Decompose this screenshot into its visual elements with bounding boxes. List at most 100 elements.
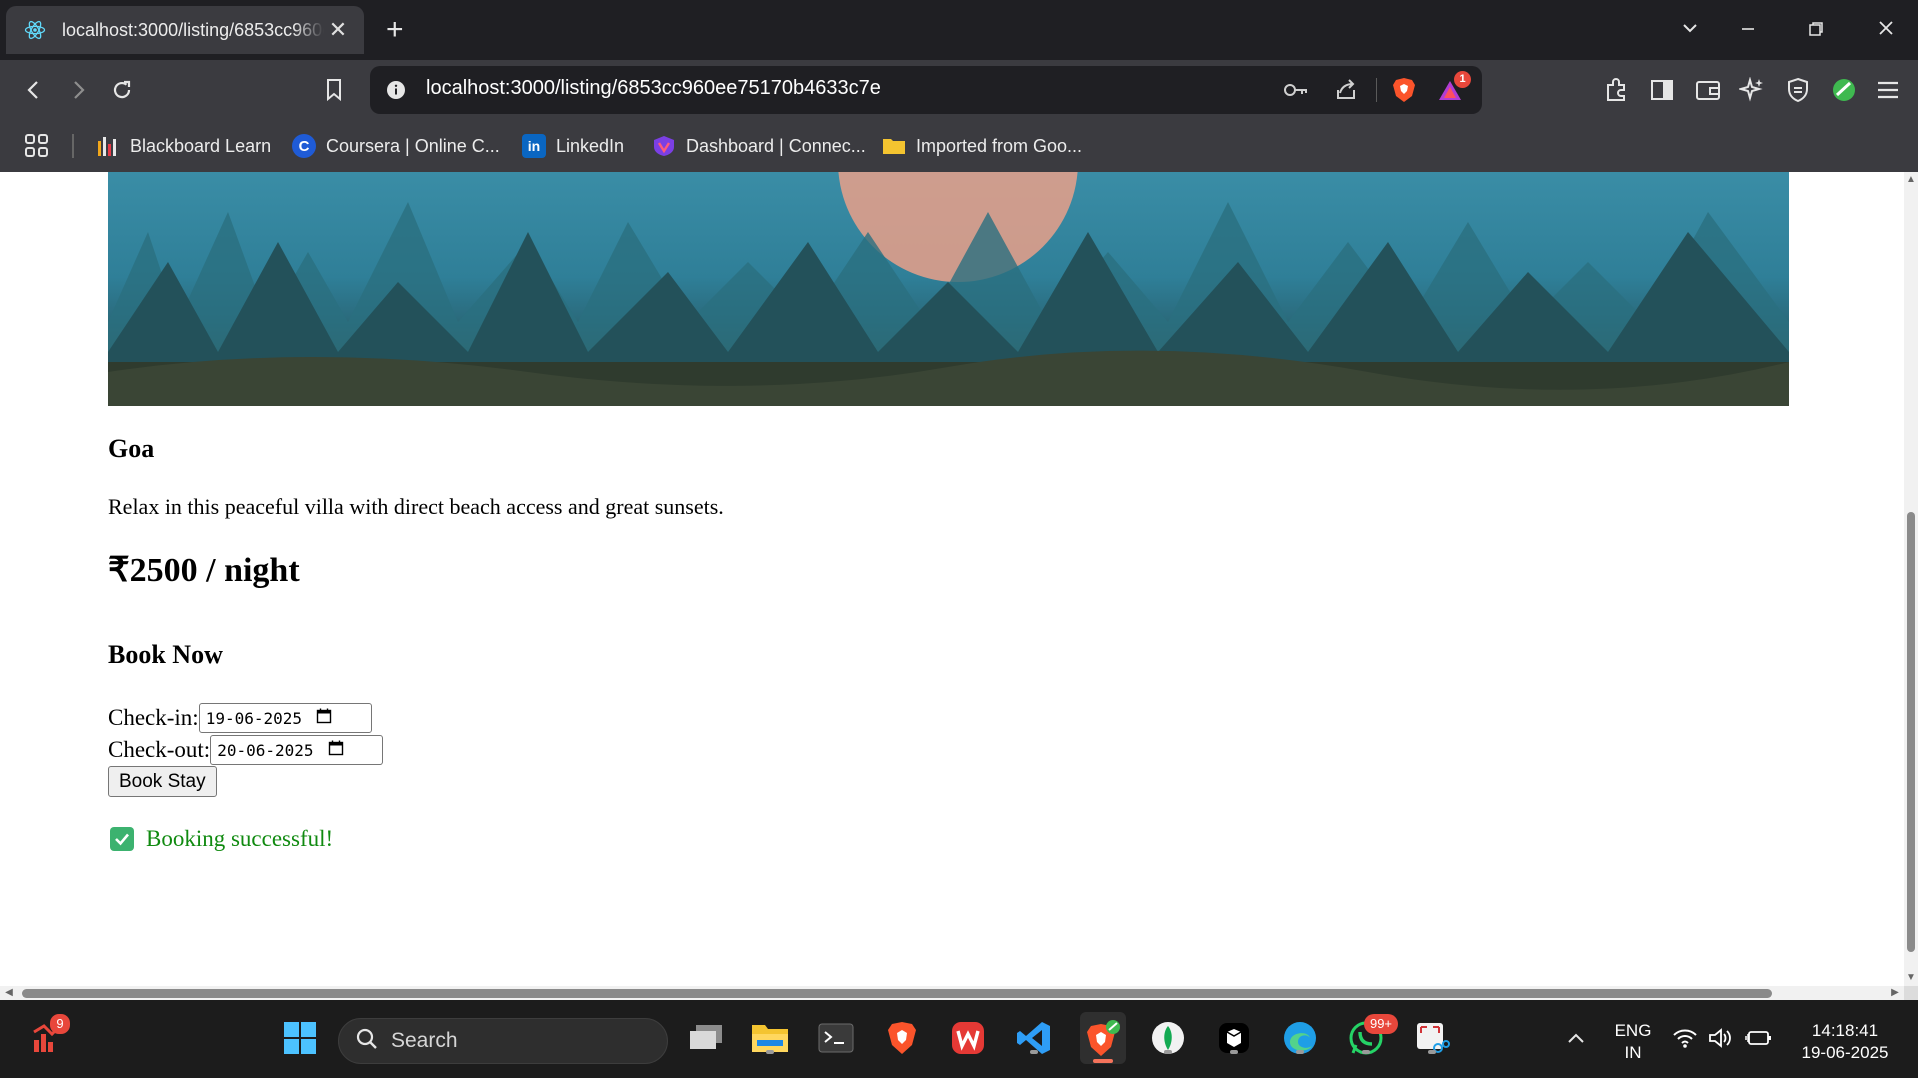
start-button-icon[interactable] bbox=[280, 1018, 320, 1058]
running-indicator bbox=[766, 1050, 774, 1054]
tab-list-chevron-icon[interactable] bbox=[1670, 12, 1710, 48]
brave-rewards-icon[interactable]: 1 bbox=[1434, 71, 1471, 106]
minimize-button[interactable] bbox=[1728, 12, 1768, 48]
sidebar-icon[interactable] bbox=[1644, 72, 1680, 108]
bookmark-dashboard[interactable]: Dashboard | Connec... bbox=[652, 130, 866, 162]
wifi-icon[interactable] bbox=[1670, 1018, 1700, 1058]
horizontal-scrollbar[interactable]: ◀ ▶ bbox=[0, 986, 1904, 1000]
checkout-row: Check-out: 20-06-2025 bbox=[108, 734, 384, 766]
running-indicator bbox=[1362, 1050, 1370, 1054]
page-viewport: Goa Relax in this peaceful villa with di… bbox=[0, 172, 1904, 986]
checkin-row: Check-in: 19-06-2025 bbox=[108, 702, 372, 734]
bookmarks-separator bbox=[72, 134, 74, 158]
checkin-date-input[interactable]: 19-06-2025 bbox=[198, 703, 372, 733]
search-placeholder: Search bbox=[391, 1029, 458, 1052]
tab-bar: localhost:3000/listing/6853cc960ee75170b… bbox=[0, 0, 1918, 60]
react-icon bbox=[22, 17, 48, 43]
address-url[interactable]: localhost:3000/listing/6853cc960ee75170b… bbox=[426, 77, 881, 100]
vertical-scrollbar[interactable]: ▲ ▼ bbox=[1904, 172, 1918, 986]
active-indicator bbox=[1093, 1059, 1113, 1063]
listing-price: ₹2500 / night bbox=[108, 552, 300, 589]
bookmark-linkedin[interactable]: in LinkedIn bbox=[522, 130, 624, 162]
scrollbar-corner bbox=[1904, 986, 1918, 1000]
apps-grid-icon[interactable] bbox=[24, 130, 50, 162]
clock-time: 14:18:41 bbox=[1811, 1021, 1879, 1040]
leo-ai-icon[interactable] bbox=[1734, 72, 1770, 108]
dark-app-icon[interactable] bbox=[1214, 1018, 1254, 1058]
close-window-button[interactable] bbox=[1866, 12, 1906, 48]
close-tab-icon[interactable]: ✕ bbox=[326, 17, 350, 43]
active-tab[interactable]: localhost:3000/listing/6853cc960ee75170b… bbox=[6, 6, 364, 54]
mongodb-compass-icon[interactable] bbox=[1148, 1018, 1188, 1058]
forward-button[interactable] bbox=[58, 70, 98, 110]
snipping-tool-icon[interactable] bbox=[1412, 1018, 1452, 1058]
tab-title: localhost:3000/listing/6853cc960ee75170b… bbox=[62, 19, 324, 40]
listing-description: Relax in this peaceful villa with direct… bbox=[108, 494, 724, 519]
calendar-icon[interactable] bbox=[328, 740, 344, 760]
extensions-icon[interactable] bbox=[1598, 72, 1634, 108]
bookmark-page-icon[interactable] bbox=[314, 70, 354, 110]
brave-active-window-icon[interactable] bbox=[1080, 1012, 1126, 1064]
success-text: Booking successful! bbox=[146, 826, 334, 851]
bookmark-label: Blackboard Learn bbox=[130, 135, 272, 156]
widgets-badge: 9 bbox=[50, 1014, 70, 1034]
menu-icon[interactable] bbox=[1870, 72, 1906, 108]
language-code: ENG bbox=[1614, 1021, 1652, 1040]
password-key-icon[interactable] bbox=[1280, 74, 1312, 106]
whatsapp-badge: 99+ bbox=[1364, 1014, 1398, 1034]
battery-icon[interactable] bbox=[1744, 1018, 1774, 1058]
scroll-up-arrow-icon[interactable]: ▲ bbox=[1905, 174, 1917, 186]
reload-button[interactable] bbox=[102, 70, 142, 110]
book-stay-button[interactable]: Book Stay bbox=[108, 766, 217, 797]
checkin-label: Check-in: bbox=[108, 705, 199, 730]
booking-heading: Book Now bbox=[108, 640, 223, 669]
volume-icon[interactable] bbox=[1706, 1018, 1736, 1058]
extension-green-icon[interactable] bbox=[1826, 72, 1862, 108]
widgets-icon[interactable]: 9 bbox=[28, 1014, 70, 1058]
share-icon[interactable] bbox=[1330, 74, 1362, 106]
restore-button[interactable] bbox=[1796, 12, 1836, 48]
scroll-right-arrow-icon[interactable]: ▶ bbox=[1888, 987, 1902, 999]
taskbar-search-box[interactable]: Search bbox=[338, 1018, 668, 1064]
bookmark-label: Coursera | Online C... bbox=[326, 135, 500, 156]
file-explorer-icon[interactable] bbox=[750, 1018, 790, 1058]
vscode-icon[interactable] bbox=[1014, 1018, 1054, 1058]
bookmarks-bar: Blackboard Learn C Coursera | Online C..… bbox=[0, 120, 1918, 172]
brave-shields-icon[interactable] bbox=[1388, 74, 1420, 106]
edge-browser-icon[interactable] bbox=[1280, 1018, 1320, 1058]
whatsapp-icon[interactable]: 99+ bbox=[1346, 1014, 1398, 1058]
rewards-badge: 1 bbox=[1454, 71, 1471, 88]
bookmark-label: Imported from Goo... bbox=[916, 135, 1083, 156]
clock[interactable]: 14:18:41 19-06-2025 bbox=[1790, 1020, 1900, 1064]
address-bar[interactable]: localhost:3000/listing/6853cc960ee75170b… bbox=[370, 66, 1482, 114]
wps-office-icon[interactable] bbox=[948, 1018, 988, 1058]
wallet-icon[interactable] bbox=[1690, 72, 1726, 108]
bookmark-blackboard[interactable]: Blackboard Learn bbox=[96, 130, 271, 162]
language-indicator[interactable]: ENG IN bbox=[1608, 1020, 1658, 1064]
horizontal-scroll-thumb[interactable] bbox=[22, 989, 1772, 998]
address-divider bbox=[1376, 78, 1377, 102]
site-info-icon[interactable] bbox=[382, 76, 410, 104]
vpn-shield-icon[interactable] bbox=[1780, 72, 1816, 108]
task-view-icon[interactable] bbox=[686, 1018, 726, 1058]
bookmark-coursera[interactable]: C Coursera | Online C... bbox=[292, 130, 500, 162]
scroll-left-arrow-icon[interactable]: ◀ bbox=[2, 987, 16, 999]
show-hidden-icons-chevron-icon[interactable] bbox=[1556, 1018, 1596, 1058]
brave-browser-icon[interactable] bbox=[882, 1018, 922, 1058]
bookmark-label: LinkedIn bbox=[556, 135, 625, 156]
terminal-icon[interactable] bbox=[816, 1018, 856, 1058]
vertical-scroll-thumb[interactable] bbox=[1907, 512, 1915, 952]
running-indicator bbox=[1296, 1050, 1304, 1054]
booking-success-message: Booking successful! bbox=[110, 826, 333, 852]
calendar-icon[interactable] bbox=[316, 708, 332, 728]
checkout-value: 20-06-2025 bbox=[217, 740, 314, 760]
checkout-label: Check-out: bbox=[108, 737, 211, 762]
back-button[interactable] bbox=[14, 70, 54, 110]
checkmark-icon bbox=[110, 827, 134, 851]
listing-image bbox=[108, 172, 1789, 406]
bookmark-folder-imported[interactable]: Imported from Goo... bbox=[882, 130, 1082, 162]
new-tab-button[interactable]: + bbox=[386, 12, 404, 48]
checkout-date-input[interactable]: 20-06-2025 bbox=[210, 735, 384, 765]
scroll-down-arrow-icon[interactable]: ▼ bbox=[1905, 972, 1917, 984]
running-indicator bbox=[1164, 1050, 1172, 1054]
